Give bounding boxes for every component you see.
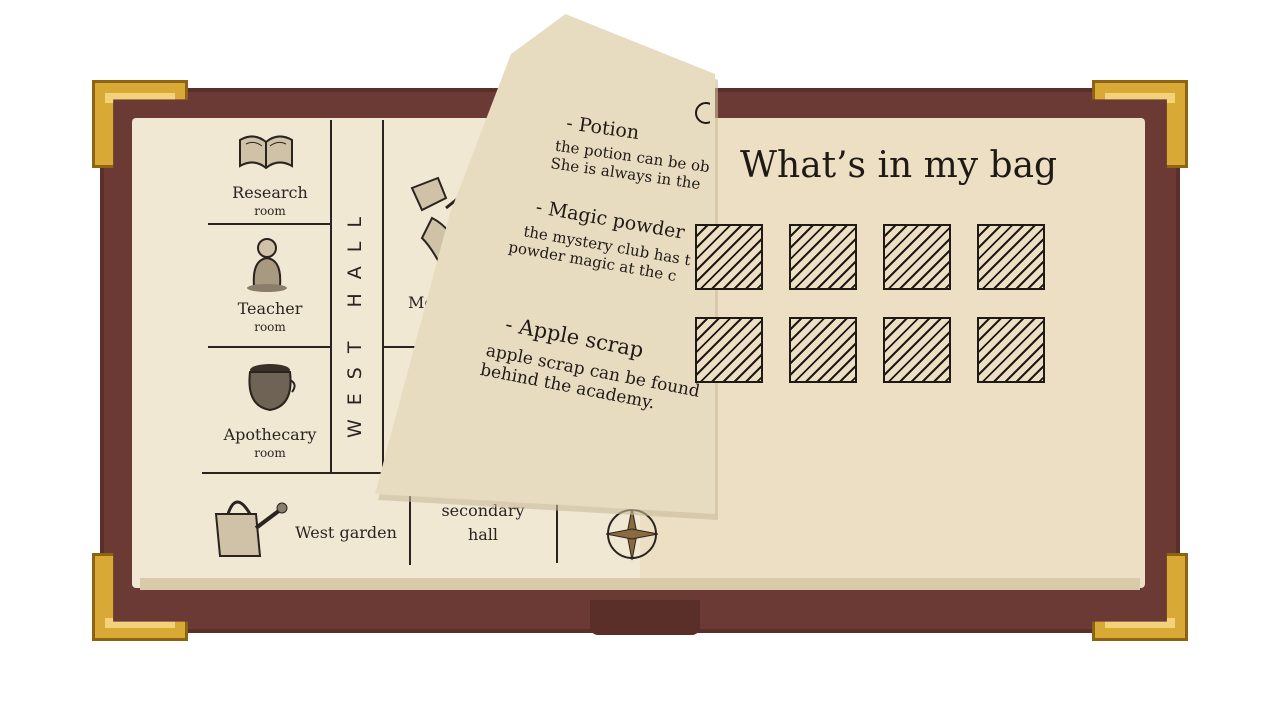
secondary-hall-label-2: hall — [467, 525, 499, 544]
bag-slot[interactable] — [977, 317, 1045, 383]
cauldron-icon — [242, 358, 298, 416]
book-spine — [590, 600, 700, 635]
research-room-sub: room — [254, 204, 286, 218]
apothecary-room[interactable]: Apothecary room — [212, 354, 328, 466]
map-divider — [202, 472, 392, 474]
research-room-label: Research — [232, 183, 308, 202]
bag-slot[interactable] — [695, 224, 763, 290]
research-room[interactable]: Research room — [212, 124, 328, 220]
west-garden-label: West garden — [295, 523, 397, 542]
apothecary-room-sub: room — [254, 446, 286, 460]
map-divider — [382, 120, 384, 472]
open-book-icon — [236, 126, 296, 170]
teacher-figure-icon — [244, 236, 290, 292]
quest-note-content: - Potion the potion can be obt She is al… — [480, 100, 710, 470]
bag-slot[interactable] — [977, 224, 1045, 290]
west-hall-label: WEST HALL — [344, 203, 366, 438]
bag-slot[interactable] — [789, 317, 857, 383]
map-divider — [330, 120, 332, 472]
bag-grid — [695, 224, 1055, 386]
bag-slot[interactable] — [789, 224, 857, 290]
note-fold-icon — [695, 102, 710, 124]
teacher-room-sub: room — [254, 320, 286, 334]
note-entry-apple-scrap: - Apple scrap apple scrap can be found b… — [480, 312, 707, 421]
teacher-room[interactable]: Teacher room — [212, 230, 328, 340]
bag-title: What’s in my bag — [740, 145, 1058, 186]
bag-slot[interactable] — [883, 317, 951, 383]
apothecary-room-label: Apothecary — [223, 425, 317, 444]
map-divider — [208, 346, 330, 348]
watering-can-icon — [206, 484, 290, 562]
note-entry-magic-powder: - Magic powder the mystery club has t po… — [507, 196, 697, 287]
bag-slot[interactable] — [883, 224, 951, 290]
bag-slot[interactable] — [695, 317, 763, 383]
page-edges — [140, 578, 1140, 590]
map-divider — [208, 223, 330, 225]
note-entry-potion: - Potion the potion can be obt She is al… — [549, 112, 710, 195]
teacher-room-label: Teacher — [237, 299, 303, 318]
